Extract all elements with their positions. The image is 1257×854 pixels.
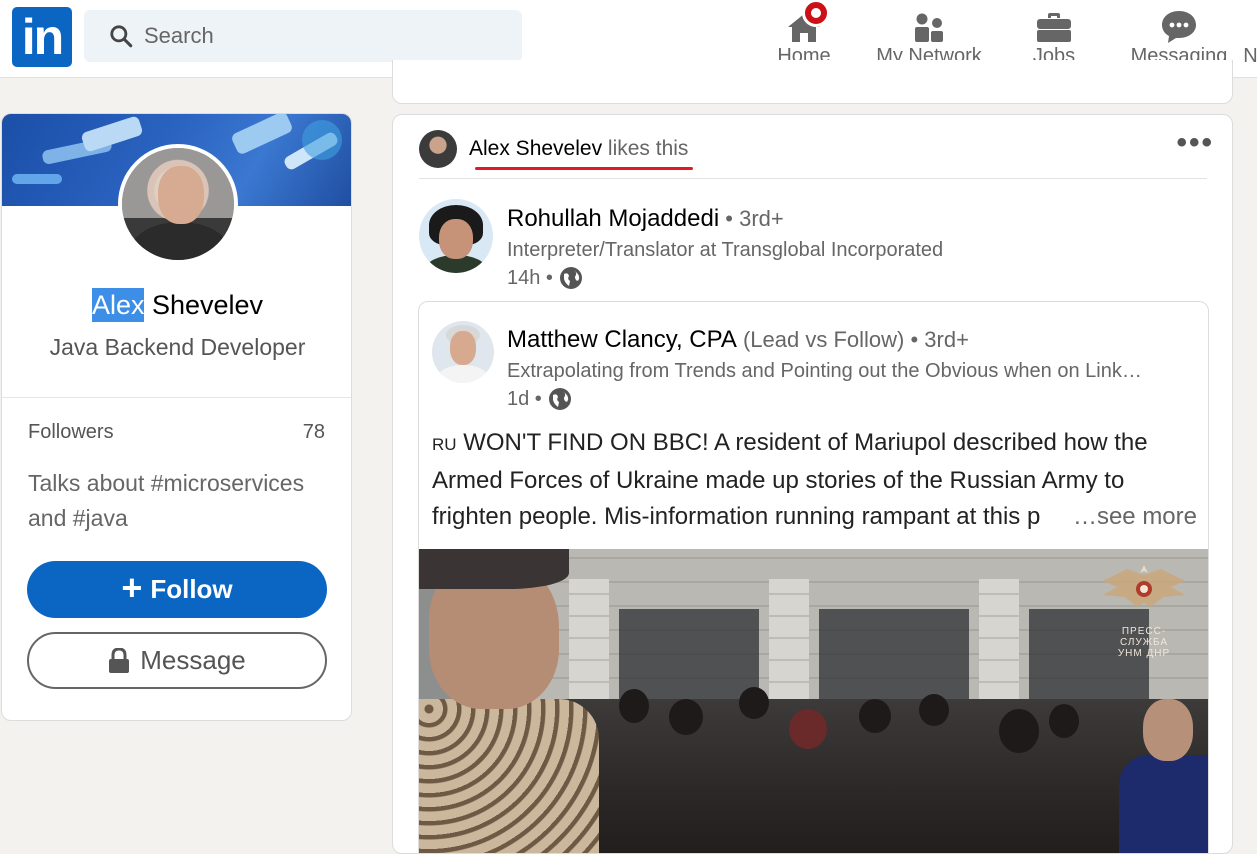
briefcase-icon	[1037, 13, 1071, 42]
post-body-text: RU WON'T FIND ON BBC! A resident of Mari…	[432, 425, 1197, 535]
post-text-line-3: frighten people. Mis-information running…	[432, 503, 1041, 530]
author-name-text: Rohullah Mojaddedi	[507, 205, 720, 232]
shared-post-time: 1d •	[507, 387, 572, 411]
author-headline: Interpreter/Translator at Transglobal In…	[507, 239, 944, 261]
profile-card: Alex Shevelev Java Backend Developer Fol…	[1, 113, 352, 721]
liker-text: Alex Shevelev likes this	[469, 137, 688, 161]
globe-icon	[548, 388, 571, 410]
liker-name[interactable]: Alex Shevelev	[469, 137, 602, 160]
talks-about: Talks about #microservices and #java	[28, 470, 305, 531]
profile-avatar[interactable]	[118, 144, 238, 264]
shared-time-text: 1d •	[507, 387, 542, 410]
globe-icon	[559, 267, 582, 289]
watermark-line-1: ПРЕСС-СЛУЖБА	[1119, 626, 1169, 648]
red-underline-annotation	[475, 167, 693, 170]
shared-author-avatar[interactable]	[432, 321, 494, 383]
linkedin-logo[interactable]: in	[12, 7, 72, 67]
author-degree: • 3rd+	[719, 206, 784, 231]
eagle-emblem-icon	[1103, 565, 1185, 607]
previous-post-card	[392, 60, 1233, 104]
reshared-post[interactable]: Matthew Clancy, CPA (Lead vs Follow) • 3…	[418, 301, 1209, 853]
network-icon	[915, 13, 943, 42]
search-bar[interactable]	[84, 10, 522, 62]
shared-author-name-text: Matthew Clancy, CPA	[507, 326, 737, 353]
ru-flag-text: RU	[432, 435, 457, 454]
search-icon	[110, 25, 133, 48]
author-name[interactable]: Rohullah Mojaddedi • 3rd+	[507, 205, 784, 233]
social-activity-header: Alex Shevelev likes this	[419, 129, 688, 169]
author-post-time: 14h •	[507, 266, 583, 290]
watermark-line-2: УНМ ДНР	[1117, 648, 1171, 659]
divider	[419, 178, 1207, 179]
search-input[interactable]	[144, 23, 504, 49]
post-text-line-2: Armed Forces of Ukraine made up stories …	[432, 467, 1125, 494]
profile-last-name: Shevelev	[144, 290, 264, 320]
shared-author-suffix: (Lead vs Follow) • 3rd+	[736, 327, 969, 352]
liker-avatar[interactable]	[419, 130, 457, 168]
plus-icon: +	[121, 566, 143, 608]
author-time-text: 14h •	[507, 266, 553, 289]
profile-first-name: Alex	[91, 288, 145, 322]
shared-author-headline: Extrapolating from Trends and Pointing o…	[507, 360, 1142, 382]
author-avatar[interactable]	[419, 199, 493, 273]
lock-icon	[109, 647, 130, 673]
followers-count: 78	[302, 421, 325, 443]
see-more-link[interactable]: …see more	[1073, 499, 1197, 535]
notification-badge	[802, 0, 830, 27]
shared-author-name[interactable]: Matthew Clancy, CPA (Lead vs Follow) • 3…	[507, 326, 969, 354]
video-watermark: ПРЕСС-СЛУЖБА УНМ ДНР	[1099, 561, 1189, 659]
feed-post: Alex Shevelev likes this ••• Rohullah Mo…	[392, 114, 1233, 854]
followers-label: Followers	[28, 421, 114, 443]
post-text-line-1: WON'T FIND ON BBC! A resident of Mariupo…	[456, 429, 1148, 456]
more-options-icon[interactable]: •••	[1176, 128, 1214, 158]
follow-button[interactable]: + Follow	[27, 561, 327, 618]
message-button[interactable]: Message	[27, 632, 327, 689]
post-video[interactable]: ПРЕСС-СЛУЖБА УНМ ДНР	[419, 549, 1208, 853]
liker-action: likes this	[602, 137, 689, 160]
profile-headline: Java Backend Developer	[49, 334, 306, 360]
follow-button-label: Follow	[150, 574, 233, 604]
divider	[2, 397, 351, 398]
message-button-label: Message	[140, 645, 246, 675]
messaging-icon	[1162, 11, 1196, 43]
nav-notifications-partial[interactable]: N	[1244, 0, 1257, 78]
profile-name[interactable]: Alex Shevelev	[2, 288, 351, 322]
nav-overflow-label: N	[1244, 45, 1257, 67]
